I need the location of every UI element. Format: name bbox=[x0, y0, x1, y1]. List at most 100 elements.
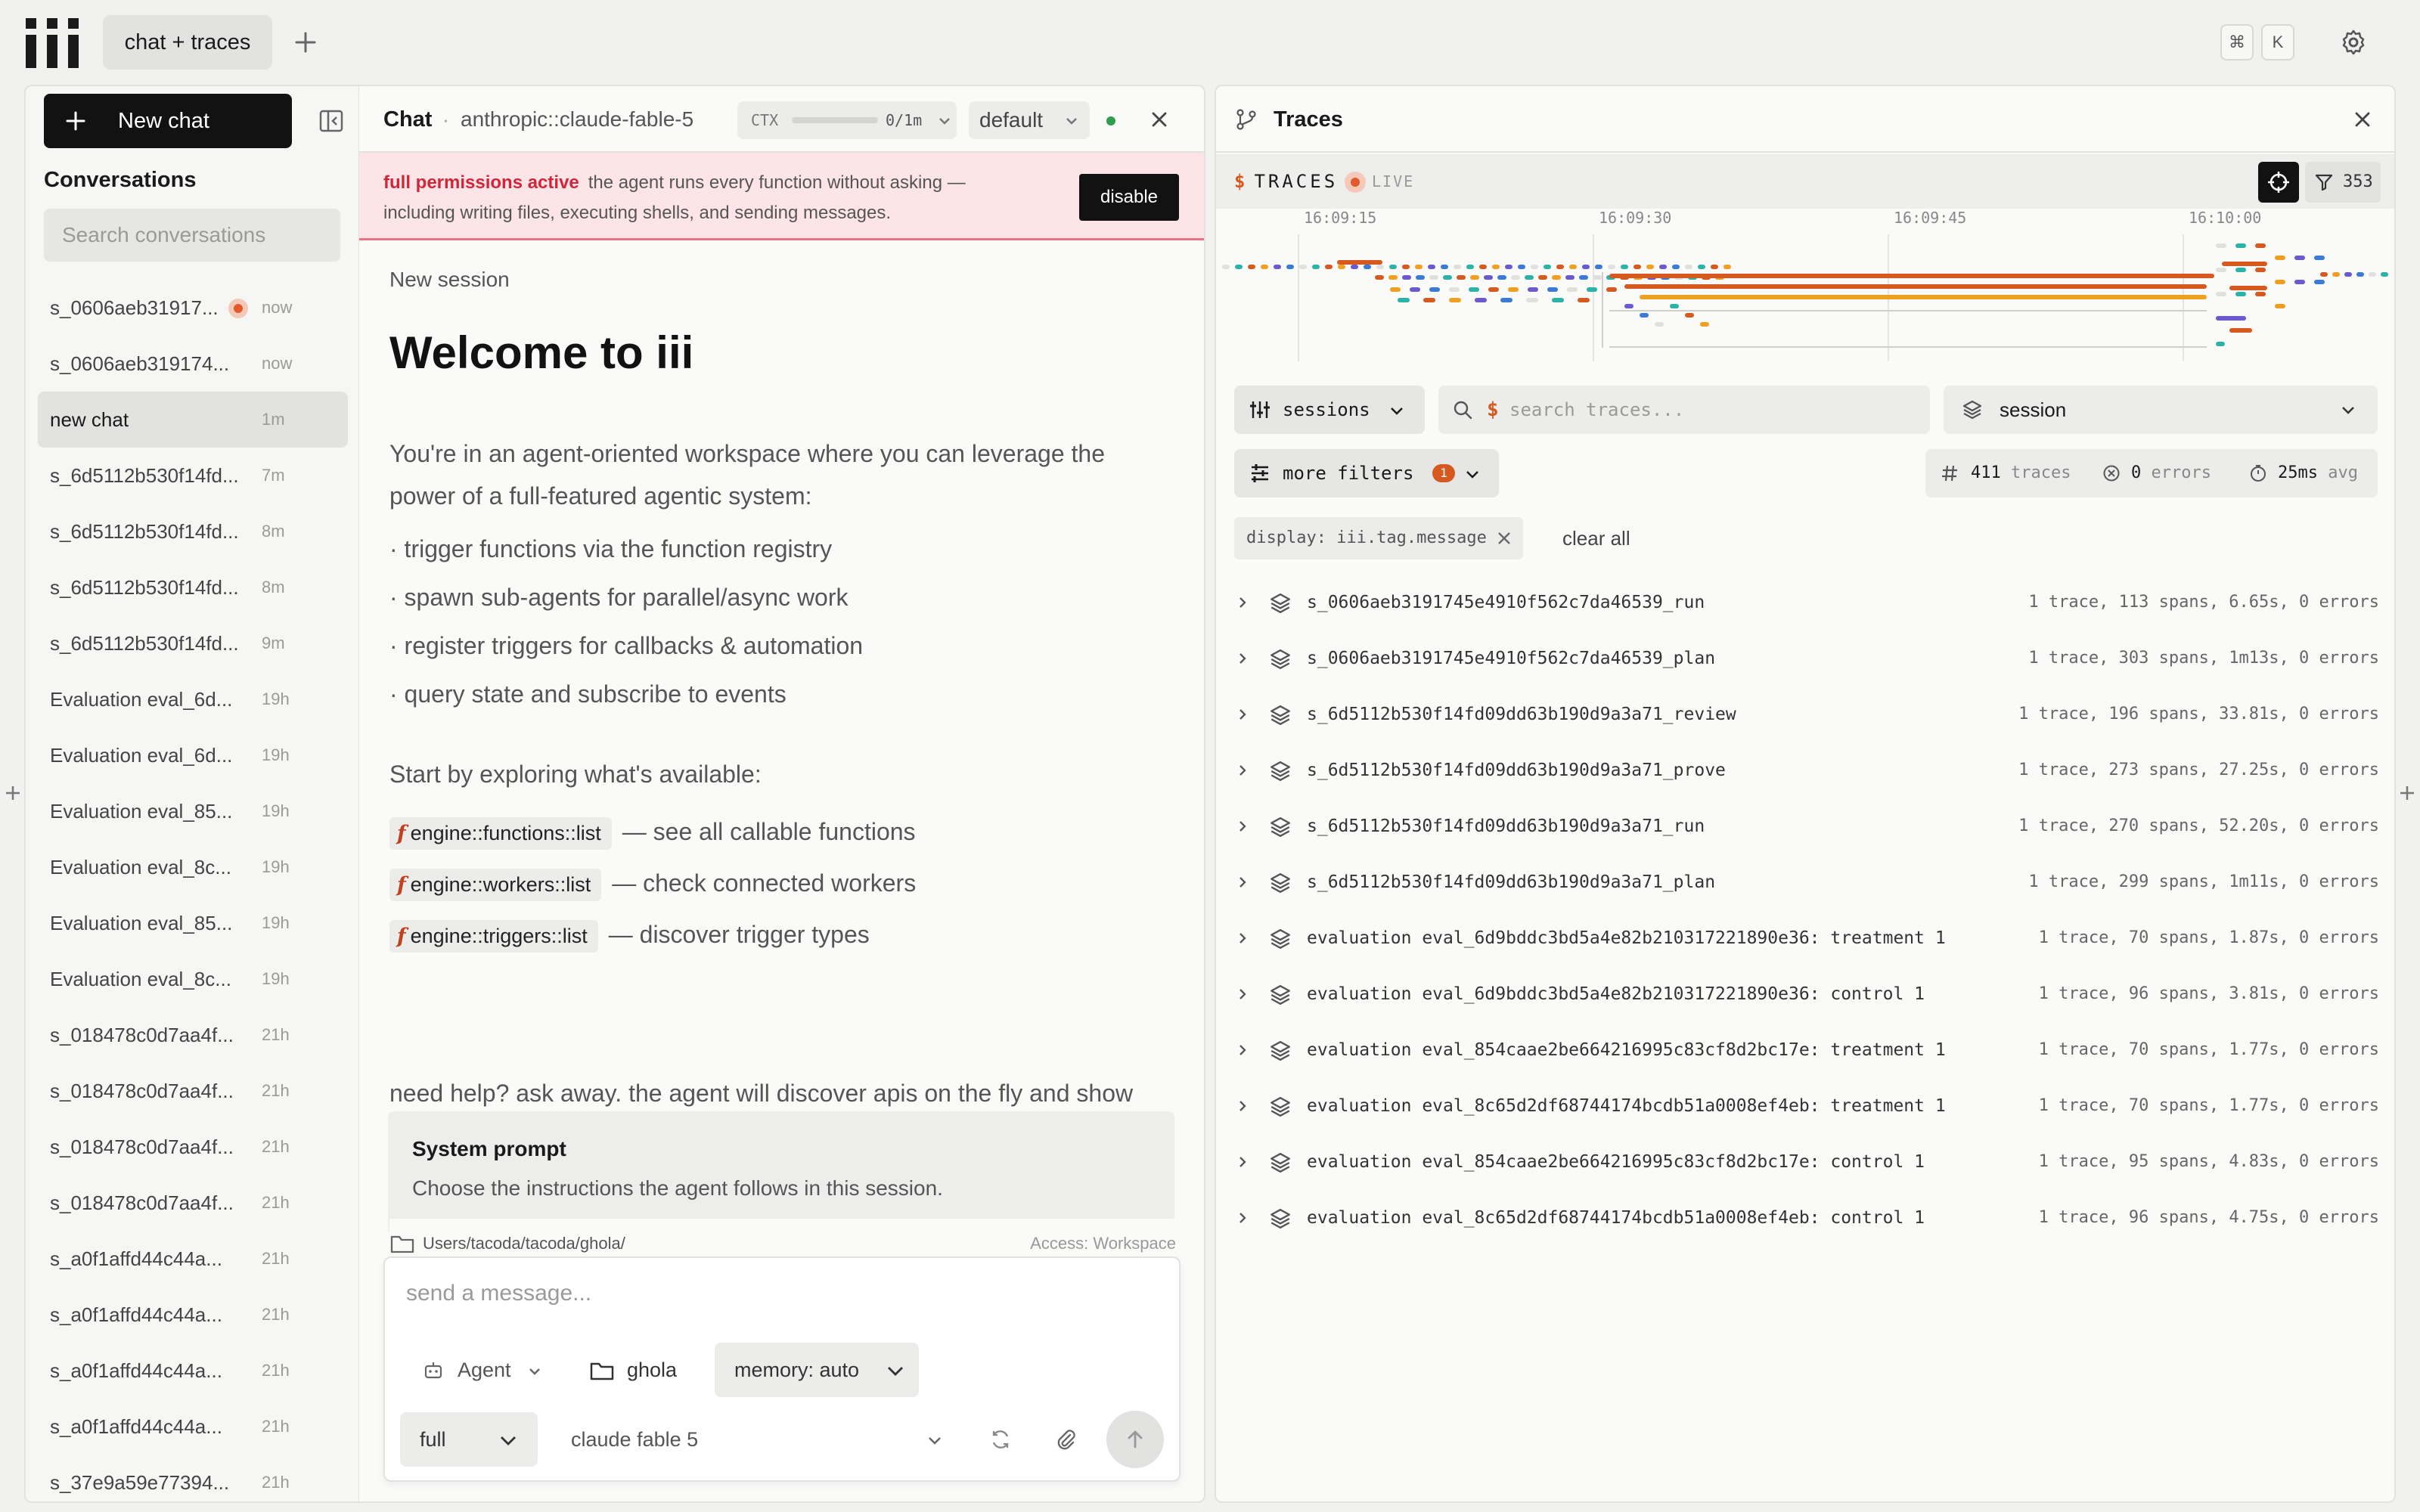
chevron-right-icon[interactable] bbox=[1236, 987, 1249, 1001]
conversation-item[interactable]: s_6d5112b530f14fd... 8m bbox=[38, 503, 348, 559]
sessions-toggle-button[interactable]: sessions bbox=[1234, 386, 1425, 434]
chevron-right-icon[interactable] bbox=[1236, 1155, 1249, 1169]
agent-dropdown[interactable]: Agent bbox=[400, 1343, 551, 1397]
chevron-right-icon[interactable] bbox=[1236, 764, 1249, 777]
collapse-sidebar-icon[interactable] bbox=[318, 107, 345, 135]
chevron-right-icon[interactable] bbox=[1236, 1043, 1249, 1057]
filter-count-button[interactable]: 353 bbox=[2305, 162, 2381, 203]
message-input[interactable] bbox=[406, 1275, 1162, 1312]
chevron-right-icon[interactable] bbox=[1236, 652, 1249, 665]
disable-permissions-button[interactable]: disable bbox=[1079, 174, 1179, 221]
trace-stats: 411 traces 0 errors 25ms avg bbox=[1925, 449, 2378, 497]
trace-group-row[interactable]: s_6d5112b530f14fd09dd63b190d9a3a71_revie… bbox=[1216, 686, 2394, 742]
conversation-item[interactable]: s_a0f1affd44c44a... 21h bbox=[38, 1399, 348, 1455]
target-focus-button[interactable] bbox=[2258, 162, 2299, 203]
search-conversations-input[interactable] bbox=[44, 209, 340, 262]
conversation-item[interactable]: Evaluation eval_8c... 19h bbox=[38, 839, 348, 895]
trace-group-row[interactable]: evaluation eval_6d9bddc3bd5a4e82b2103172… bbox=[1216, 966, 2394, 1022]
timer-icon bbox=[2251, 465, 2266, 482]
model-dropdown[interactable]: claude fable 5 bbox=[556, 1412, 957, 1467]
trace-group-row[interactable]: s_6d5112b530f14fd09dd63b190d9a3a71_run 1 … bbox=[1216, 798, 2394, 854]
conversation-item[interactable]: s_0606aeb31917... now bbox=[38, 280, 348, 336]
conversation-item[interactable]: s_018478c0d7aa4f... 21h bbox=[38, 1119, 348, 1175]
trace-group-row[interactable]: s_0606aeb3191745e4910f562c7da46539_plan 1… bbox=[1216, 631, 2394, 686]
send-button[interactable] bbox=[1106, 1411, 1164, 1468]
chevron-right-icon[interactable] bbox=[1236, 708, 1249, 721]
folder-selector[interactable]: ghola bbox=[566, 1343, 703, 1397]
function-chip[interactable]: f engine::triggers::list bbox=[389, 920, 598, 953]
trace-group-row[interactable]: s_0606aeb3191745e4910f562c7da46539_run 1 … bbox=[1216, 575, 2394, 631]
clear-all-filters-link[interactable]: clear all bbox=[1562, 517, 1630, 559]
search-traces-input[interactable] bbox=[1509, 386, 1903, 434]
expand-right-plus-icon[interactable] bbox=[2396, 782, 2418, 804]
trace-group-row[interactable]: s_6d5112b530f14fd09dd63b190d9a3a71_prove… bbox=[1216, 742, 2394, 798]
chevron-right-icon[interactable] bbox=[1236, 820, 1249, 833]
conversation-item[interactable]: s_018478c0d7aa4f... 21h bbox=[38, 1007, 348, 1063]
timeline-span bbox=[2216, 292, 2226, 296]
trace-group-row[interactable]: evaluation eval_8c65d2df68744174bcdb51a0… bbox=[1216, 1078, 2394, 1134]
add-tab-icon[interactable] bbox=[290, 27, 321, 57]
timeline-span bbox=[1222, 265, 1230, 269]
system-prompt-card[interactable]: System prompt Choose the instructions th… bbox=[388, 1111, 1174, 1232]
trace-search-field[interactable]: $ bbox=[1438, 386, 1930, 434]
trace-group-row[interactable]: evaluation eval_8c65d2df68744174bcdb51a0… bbox=[1216, 1190, 2394, 1246]
refresh-button[interactable] bbox=[978, 1412, 1023, 1467]
conversation-item[interactable]: s_6d5112b530f14fd... 7m bbox=[38, 448, 348, 503]
timeline-span bbox=[2332, 272, 2340, 277]
chevron-right-icon[interactable] bbox=[1236, 875, 1249, 889]
trace-group-row[interactable]: evaluation eval_854caae2be664216995c83cf… bbox=[1216, 1134, 2394, 1190]
mode-dropdown[interactable]: default bbox=[969, 101, 1090, 139]
function-chip[interactable]: f engine::functions::list bbox=[389, 817, 612, 850]
settings-gear-icon[interactable] bbox=[2338, 27, 2369, 57]
conversation-item[interactable]: s_37e9a59e77394... 21h bbox=[38, 1455, 348, 1501]
iii-logo[interactable] bbox=[26, 18, 79, 68]
remove-filter-icon[interactable] bbox=[1496, 530, 1512, 547]
new-chat-button[interactable]: New chat bbox=[44, 94, 292, 148]
trace-group-row[interactable]: evaluation eval_6d9bddc3bd5a4e82b2103172… bbox=[1216, 910, 2394, 966]
conversation-item[interactable]: s_018478c0d7aa4f... 21h bbox=[38, 1063, 348, 1119]
trace-group-row[interactable]: evaluation eval_854caae2be664216995c83cf… bbox=[1216, 1022, 2394, 1078]
permission-mode-label: full bbox=[420, 1428, 446, 1451]
conversation-item[interactable]: Evaluation eval_6d... 19h bbox=[38, 727, 348, 783]
conversation-item[interactable]: s_6d5112b530f14fd... 9m bbox=[38, 615, 348, 671]
title-separator: · bbox=[442, 108, 449, 131]
timeline-span bbox=[1388, 275, 1398, 280]
close-traces-icon[interactable] bbox=[2352, 109, 2373, 130]
conversation-item[interactable]: s_0606aeb319174... now bbox=[38, 336, 348, 392]
timeline-span bbox=[1475, 298, 1487, 302]
chevron-right-icon[interactable] bbox=[1236, 1211, 1249, 1225]
group-by-select[interactable]: session bbox=[1944, 386, 2378, 434]
conversation-item[interactable]: s_a0f1affd44c44a... 21h bbox=[38, 1343, 348, 1399]
conversation-item[interactable]: s_6d5112b530f14fd... 8m bbox=[38, 559, 348, 615]
memory-dropdown[interactable]: memory: auto bbox=[715, 1343, 919, 1397]
context-usage-dropdown[interactable]: CTX 0/1m bbox=[737, 101, 957, 139]
attach-button[interactable] bbox=[1043, 1412, 1088, 1467]
timeline-span bbox=[2229, 286, 2267, 290]
conversation-item[interactable]: s_a0f1affd44c44a... 21h bbox=[38, 1287, 348, 1343]
timeline-span bbox=[2222, 262, 2267, 266]
trace-timeline[interactable]: 16:09:15 16:09:30 16:09:45 16:10:00 bbox=[1216, 209, 2394, 367]
more-filters-button[interactable]: more filters 1 bbox=[1234, 449, 1499, 497]
function-suggestion: f engine::workers::list — check connected … bbox=[389, 865, 916, 901]
timeline-span bbox=[1608, 265, 1615, 269]
chevron-right-icon[interactable] bbox=[1236, 596, 1249, 609]
conversation-item[interactable]: s_018478c0d7aa4f... 21h bbox=[38, 1175, 348, 1231]
conversation-item[interactable]: Evaluation eval_6d... 19h bbox=[38, 671, 348, 727]
model-name[interactable]: anthropic::claude-fable-5 bbox=[461, 86, 693, 153]
tab-chat-traces[interactable]: chat + traces bbox=[103, 15, 272, 70]
conversation-item[interactable]: Evaluation eval_85... 19h bbox=[38, 783, 348, 839]
permission-mode-dropdown[interactable]: full bbox=[400, 1412, 538, 1467]
expand-left-plus-icon[interactable] bbox=[2, 782, 24, 804]
timeline-span bbox=[1261, 265, 1268, 269]
close-chat-icon[interactable] bbox=[1149, 109, 1170, 130]
trace-group-row[interactable]: s_6d5112b530f14fd09dd63b190d9a3a71_plan 1… bbox=[1216, 854, 2394, 910]
conversation-item[interactable]: Evaluation eval_8c... 19h bbox=[38, 951, 348, 1007]
chevron-right-icon[interactable] bbox=[1236, 931, 1249, 945]
conversation-item[interactable]: new chat 1m bbox=[38, 392, 348, 448]
conversation-item[interactable]: s_a0f1affd44c44a... 21h bbox=[38, 1231, 348, 1287]
function-chip[interactable]: f engine::workers::list bbox=[389, 869, 602, 901]
conversation-item[interactable]: Evaluation eval_85... 19h bbox=[38, 895, 348, 951]
trace-group-meta: 1 trace, 270 spans, 52.20s, 0 errors bbox=[2018, 816, 2379, 835]
display-filter-chip[interactable]: display: iii.tag.message bbox=[1234, 517, 1523, 559]
chevron-right-icon[interactable] bbox=[1236, 1099, 1249, 1113]
